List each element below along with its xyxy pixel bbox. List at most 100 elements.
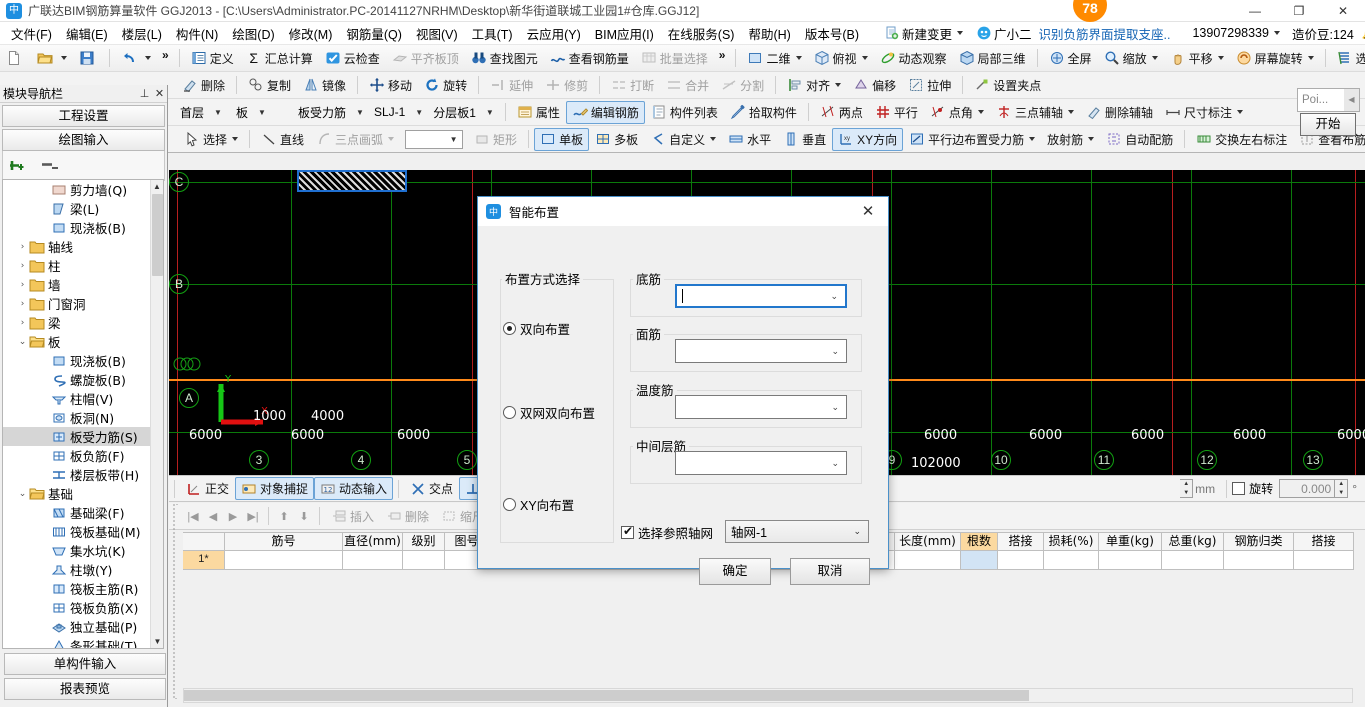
chevron-down-icon[interactable]: [861, 56, 868, 60]
menu-item-view[interactable]: 视图(V): [409, 22, 465, 45]
trim-button[interactable]: 修剪: [539, 74, 594, 97]
chevron-down-icon[interactable]: ▼: [447, 135, 460, 144]
chevron-down-icon[interactable]: [710, 137, 717, 141]
spin-up-icon[interactable]: ▲: [1180, 480, 1192, 489]
menu-item-online-service[interactable]: 在线服务(S): [661, 22, 742, 45]
radio-dual-net-bidirectional[interactable]: 双网双向布置: [503, 403, 595, 422]
tree-item[interactable]: ⌄ 基础: [3, 484, 150, 503]
save-file-button[interactable]: [73, 47, 104, 70]
full-screen-button[interactable]: 全屏: [1043, 47, 1098, 70]
table-cell[interactable]: [1099, 551, 1162, 570]
table-column-header[interactable]: 直径(mm): [343, 532, 403, 551]
tree-item[interactable]: › 门窗洞: [3, 294, 150, 313]
extend-button[interactable]: 延伸: [484, 74, 539, 97]
chevron-down-icon[interactable]: [1151, 56, 1158, 60]
tree-item[interactable]: 现浇板(B): [3, 351, 150, 370]
cancel-button[interactable]: 取消: [790, 558, 870, 585]
chevron-right-icon[interactable]: ›: [16, 299, 29, 309]
chevron-down-icon[interactable]: ⌄: [830, 291, 838, 302]
tree-item[interactable]: 独立基础(P): [3, 617, 150, 636]
spin-down-icon[interactable]: ▼: [1180, 489, 1192, 498]
draw-style-combo[interactable]: ▼: [405, 129, 464, 149]
table-cell[interactable]: [1294, 551, 1354, 570]
tree-item[interactable]: › 墙: [3, 275, 150, 294]
tree-item[interactable]: 楼层板带(H): [3, 465, 150, 484]
scrollbar-thumb[interactable]: [184, 690, 1029, 701]
chevron-right-icon[interactable]: ›: [16, 261, 29, 271]
table-column-header[interactable]: 长度(mm): [895, 532, 961, 551]
menu-item-cloud-app[interactable]: 云应用(Y): [520, 22, 588, 45]
poi-arrow-icon[interactable]: ◀: [1344, 89, 1359, 111]
tree-item[interactable]: › 轴线: [3, 237, 150, 256]
chevron-down-icon[interactable]: ⌄: [853, 526, 861, 537]
merge-button[interactable]: 合并: [660, 74, 715, 97]
table-cell[interactable]: [1224, 551, 1294, 570]
table-column-header[interactable]: 单重(kg): [1099, 532, 1162, 551]
tree-item[interactable]: 现浇板(B): [3, 218, 150, 237]
flatten-slab-top-button[interactable]: 平齐板顶: [386, 47, 465, 70]
chevron-down-icon[interactable]: ▼: [258, 108, 266, 117]
component-kind-combo[interactable]: 板受力筋 ▼: [294, 102, 370, 123]
chevron-down-icon[interactable]: [795, 56, 802, 60]
chevron-down-icon[interactable]: [1236, 110, 1243, 114]
table-column-header[interactable]: 钢筋归类: [1224, 532, 1294, 551]
menu-item-rebar-qty[interactable]: 钢筋量(Q): [339, 22, 409, 45]
object-snap-button[interactable]: 对象捕捉: [235, 477, 315, 500]
tree-item[interactable]: 条形基础(T): [3, 636, 150, 648]
custom-button[interactable]: 自定义: [644, 128, 722, 151]
dynamic-input-button[interactable]: 12 动态输入: [314, 477, 394, 500]
minimize-button[interactable]: —: [1233, 0, 1277, 22]
tree-item[interactable]: › 柱: [3, 256, 150, 275]
set-grip-button[interactable]: 设置夹点: [968, 74, 1047, 97]
nav-last-button[interactable]: ▶|: [243, 510, 263, 523]
mirror-button[interactable]: 镜像: [297, 74, 352, 97]
pick-component-button[interactable]: 拾取构件: [724, 101, 803, 124]
rotate-spinner[interactable]: ▲ ▼: [1335, 479, 1349, 498]
menu-item-bim-app[interactable]: BIM应用(I): [588, 22, 661, 45]
top-view-button[interactable]: 俯视: [808, 47, 874, 70]
nav-down-button[interactable]: ⬇: [294, 510, 314, 523]
find-element-button[interactable]: 查找图元: [465, 47, 544, 70]
chevron-down-icon[interactable]: [145, 56, 151, 60]
component-type-combo[interactable]: 板 ▼: [232, 102, 294, 123]
xy-direction-button[interactable]: xy XY方向: [832, 127, 904, 151]
length-spinner[interactable]: ▲ ▼: [1180, 479, 1194, 498]
dialog-close-button[interactable]: ✕: [848, 197, 888, 226]
close-button[interactable]: ✕: [1321, 0, 1365, 22]
ref-axis-combo[interactable]: 轴网-1 ⌄: [725, 520, 869, 543]
summary-calc-button[interactable]: Σ 汇总计算: [240, 47, 319, 70]
new-file-button[interactable]: [0, 47, 31, 70]
move-button[interactable]: 移动: [363, 74, 418, 97]
chevron-down-icon[interactable]: [1307, 56, 1314, 60]
tree-item[interactable]: 剪力墙(Q): [3, 180, 150, 199]
tree-item[interactable]: 梁(L): [3, 199, 150, 218]
select-button[interactable]: 选择: [178, 128, 244, 151]
tree-item[interactable]: 筏板负筋(X): [3, 598, 150, 617]
poi-input[interactable]: Poi... ◀: [1297, 88, 1360, 112]
scrollbar-thumb[interactable]: [152, 194, 163, 276]
horizontal-button[interactable]: 水平: [722, 128, 777, 151]
rotate-button[interactable]: 旋转: [418, 74, 473, 97]
menu-item-modify[interactable]: 修改(M): [282, 22, 340, 45]
horizontal-scrollbar[interactable]: [183, 688, 1353, 703]
radio-xy-direction[interactable]: XY向布置: [503, 495, 574, 514]
component-name-combo[interactable]: SLJ-1 ▼: [370, 102, 429, 123]
vertical-button[interactable]: 垂直: [777, 128, 832, 151]
tree-item[interactable]: 板受力筋(S): [3, 427, 150, 446]
user-nick-button[interactable]: 广小二: [970, 22, 1039, 45]
chevron-right-icon[interactable]: ›: [16, 318, 29, 328]
view-rebar-qty-button[interactable]: 查看钢筋量: [544, 47, 635, 70]
tree-item[interactable]: 基础梁(F): [3, 503, 150, 522]
menu-item-help[interactable]: 帮助(H): [741, 22, 797, 45]
menu-item-edit[interactable]: 编辑(E): [59, 22, 115, 45]
table-cell[interactable]: [225, 551, 343, 570]
chevron-down-icon[interactable]: ▼: [214, 108, 222, 117]
delete-row-button[interactable]: 删除: [380, 505, 435, 528]
stretch-button[interactable]: 拉伸: [902, 74, 957, 97]
pan-tool-button[interactable]: 平移: [1164, 47, 1230, 70]
open-file-button[interactable]: [31, 47, 73, 70]
chevron-right-icon[interactable]: ›: [16, 242, 29, 252]
tree-item[interactable]: 集水坑(K): [3, 541, 150, 560]
chevron-down-icon[interactable]: [1029, 137, 1036, 141]
temperature-rebar-combo[interactable]: ⌄: [675, 395, 847, 419]
